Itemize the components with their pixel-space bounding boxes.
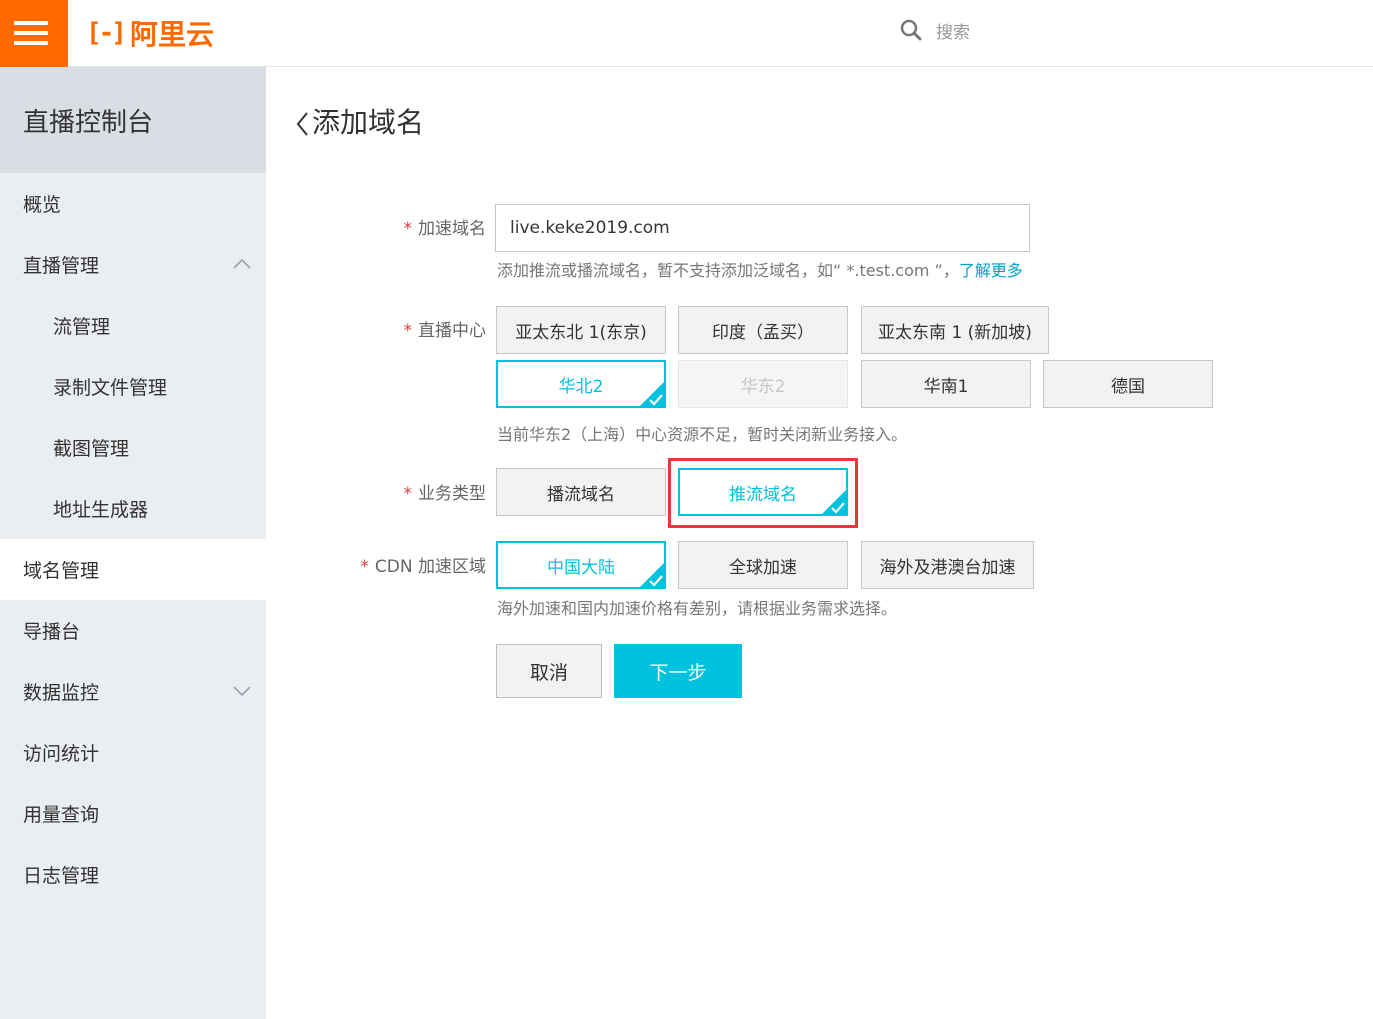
sidebar-item-access-stats[interactable]: 访问统计: [0, 722, 266, 783]
sidebar-item-label: 地址生成器: [53, 499, 149, 521]
learn-more-link[interactable]: 了解更多: [959, 261, 1023, 280]
required-mark: *: [403, 321, 413, 341]
sidebar-item-overview[interactable]: 概览: [0, 173, 266, 234]
type-option-push-domain[interactable]: 推流域名: [678, 468, 848, 516]
sidebar-item-label: 日志管理: [23, 865, 100, 887]
option-label: 亚太东南 1 (新加坡): [878, 322, 1032, 343]
main-content: 添加域名 *加速域名 添加推流或播流域名，暂不支持添加泛域名，如“ *.test…: [266, 67, 1373, 1019]
domain-help-text: 添加推流或播流域名，暂不支持添加泛域名，如“ *.test.com ”，: [497, 261, 959, 280]
search-placeholder: 搜索: [936, 22, 970, 43]
sidebar-item-label: 数据监控: [23, 682, 100, 704]
sidebar-item-usage-query[interactable]: 用量查询: [0, 783, 266, 844]
chevron-down-icon: [233, 686, 251, 697]
domain-label-text: 加速域名: [418, 219, 486, 239]
cdn-help: 海外加速和国内加速价格有差别，请根据业务需求选择。: [497, 599, 898, 618]
aliyun-logo[interactable]: [-] 阿里云: [86, 14, 214, 52]
option-label: 华南1: [923, 376, 969, 397]
console-title: 直播控制台: [0, 67, 266, 173]
cdn-option-overseas[interactable]: 海外及港澳台加速: [861, 541, 1034, 589]
sidebar-item-label: 概览: [23, 194, 62, 216]
cdn-label: * CDN 加速区域: [266, 552, 486, 577]
option-label: 播流域名: [547, 484, 615, 505]
option-label: 华东2: [740, 376, 786, 397]
chevron-up-icon: [233, 258, 251, 269]
sidebar-item-label: 访问统计: [23, 743, 100, 765]
center-label: * 直播中心: [266, 316, 487, 341]
domain-input[interactable]: [495, 204, 1030, 252]
option-label: 华北2: [558, 376, 604, 397]
center-option-north-china-2[interactable]: 华北2: [496, 360, 666, 408]
menu-icon[interactable]: [0, 0, 68, 67]
logo-mark-icon: [-]: [86, 18, 127, 48]
selected-check-icon: [822, 490, 846, 514]
type-label: * 业务类型: [266, 479, 487, 504]
cdn-label-text: CDN 加速区域: [374, 557, 486, 577]
sidebar-item-stream-management[interactable]: 流管理: [0, 295, 266, 356]
domain-help: 添加推流或播流域名，暂不支持添加泛域名，如“ *.test.com ”，了解更多: [497, 257, 1023, 281]
sidebar-item-label: 用量查询: [23, 804, 100, 826]
option-label: 亚太东北 1(东京): [515, 322, 647, 343]
option-label: 中国大陆: [547, 557, 615, 578]
sidebar-item-label: 导播台: [23, 621, 81, 643]
page-title: 添加域名: [312, 106, 425, 139]
option-label: 德国: [1111, 376, 1145, 397]
sidebar-item-label: 录制文件管理: [53, 377, 168, 399]
sidebar-item-label: 流管理: [53, 316, 111, 338]
option-label: 全球加速: [729, 557, 797, 578]
sidebar-item-label: 直播管理: [23, 255, 100, 277]
sidebar-item-label: 截图管理: [53, 438, 130, 460]
center-option-south-china-1[interactable]: 华南1: [861, 360, 1031, 408]
option-label: 印度（孟买）: [712, 322, 814, 343]
search-icon: [900, 19, 922, 41]
required-mark: *: [403, 219, 413, 239]
top-bar: [-] 阿里云 搜索: [0, 0, 1373, 67]
type-label-text: 业务类型: [418, 484, 486, 504]
center-help: 当前华东2（上海）中心资源不足，暂时关闭新业务接入。: [497, 425, 908, 444]
required-mark: *: [360, 557, 369, 577]
sidebar-item-recording-files[interactable]: 录制文件管理: [0, 356, 266, 417]
sidebar-item-live-management[interactable]: 直播管理: [0, 234, 266, 295]
center-option-singapore[interactable]: 亚太东南 1 (新加坡): [861, 306, 1049, 354]
sidebar-item-domain-management[interactable]: 域名管理: [0, 539, 266, 600]
required-mark: *: [403, 484, 413, 504]
next-step-button[interactable]: 下一步: [614, 644, 742, 698]
sidebar-item-director[interactable]: 导播台: [0, 600, 266, 661]
page-header: 添加域名: [292, 101, 424, 141]
type-option-play-domain[interactable]: 播流域名: [496, 468, 666, 516]
sidebar-item-label: 域名管理: [23, 560, 100, 582]
cancel-button[interactable]: 取消: [496, 644, 602, 698]
sidebar-item-screenshots[interactable]: 截图管理: [0, 417, 266, 478]
sidebar-item-data-monitoring[interactable]: 数据监控: [0, 661, 266, 722]
domain-label: * 加速域名: [266, 214, 487, 239]
center-option-east-china-2: 华东2: [678, 360, 848, 408]
logo-text: 阿里云: [129, 18, 214, 51]
center-option-mumbai[interactable]: 印度（孟买）: [678, 306, 848, 354]
center-option-tokyo[interactable]: 亚太东北 1(东京): [496, 306, 666, 354]
sidebar: 直播控制台 概览 直播管理 流管理 录制文件管理 截图管理 地址生成器 域名管理…: [0, 67, 266, 1019]
back-chevron-icon[interactable]: [292, 105, 312, 137]
sidebar-item-log-management[interactable]: 日志管理: [0, 844, 266, 905]
center-option-germany[interactable]: 德国: [1043, 360, 1213, 408]
option-label: 海外及港澳台加速: [879, 557, 1016, 578]
sidebar-item-url-generator[interactable]: 地址生成器: [0, 478, 266, 539]
option-label: 推流域名: [729, 484, 797, 505]
center-label-text: 直播中心: [418, 321, 486, 341]
selected-check-icon: [640, 563, 664, 587]
cdn-option-mainland-china[interactable]: 中国大陆: [496, 541, 666, 589]
search-box[interactable]: 搜索: [900, 16, 970, 44]
cdn-option-global[interactable]: 全球加速: [678, 541, 848, 589]
selected-check-icon: [640, 382, 664, 406]
